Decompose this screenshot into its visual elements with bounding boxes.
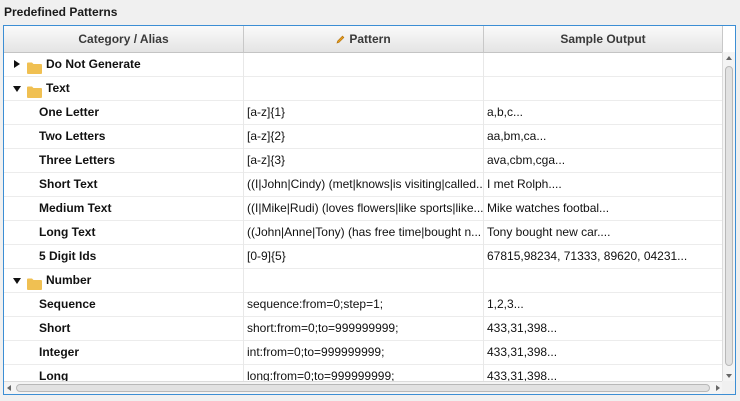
sample-output-cell: 67815,98234, 71333, 89620, 04231... — [484, 245, 723, 269]
collapse-right-arrow-icon[interactable] — [14, 60, 20, 68]
horizontal-scrollbar[interactable] — [4, 381, 723, 394]
pattern-cell[interactable]: [0-9]{5} — [244, 245, 484, 269]
sample-output-cell: aa,bm,ca... — [484, 125, 723, 149]
category-label: Two Letters — [39, 129, 106, 143]
table-row[interactable]: Sequence sequence:from=0;step=1; 1,2,3... — [4, 293, 723, 317]
vertical-scrollbar[interactable] — [722, 52, 735, 382]
category-label: Do Not Generate — [46, 57, 141, 71]
table-row[interactable]: 5 Digit Ids [0-9]{5} 67815,98234, 71333, 8… — [4, 245, 723, 269]
folder-icon — [27, 59, 42, 74]
category-label: Sequence — [39, 297, 96, 311]
table-row[interactable]: Two Letters [a-z]{2} aa,bm,ca... — [4, 125, 723, 149]
sample-output-cell: Tony bought new car.... — [484, 221, 723, 245]
sample-output-cell — [484, 269, 723, 293]
table-row[interactable]: Short short:from=0;to=999999999; 433,31,39… — [4, 317, 723, 341]
column-header-category[interactable]: Category / Alias — [4, 26, 244, 52]
tree-group-row[interactable]: Number — [4, 269, 723, 293]
expand-down-arrow-icon[interactable] — [13, 86, 21, 92]
pattern-cell[interactable]: sequence:from=0;step=1; — [244, 293, 484, 317]
category-label: Long — [39, 369, 69, 382]
pattern-cell[interactable] — [244, 77, 484, 101]
table-row[interactable]: Short Text ((I|John|Cindy) (met|knows|is … — [4, 173, 723, 197]
pattern-cell[interactable] — [244, 53, 484, 77]
category-label: Text — [46, 81, 70, 95]
category-cell[interactable]: One Letter — [4, 101, 244, 125]
column-header-sample-label: Sample Output — [560, 32, 646, 46]
category-label: Short — [39, 321, 71, 335]
pattern-cell[interactable] — [244, 269, 484, 293]
category-cell[interactable]: Do Not Generate — [4, 53, 244, 77]
category-cell[interactable]: 5 Digit Ids — [4, 245, 244, 269]
sample-output-cell: 1,2,3... — [484, 293, 723, 317]
panel-title: Predefined Patterns — [4, 5, 118, 19]
table-row[interactable]: Long long:from=0;to=999999999; 433,31,398.… — [4, 365, 723, 382]
category-cell[interactable]: Three Letters — [4, 149, 244, 173]
pattern-cell[interactable]: ((I|John|Cindy) (met|knows|is visiting|c… — [244, 173, 484, 197]
pencil-icon — [336, 27, 345, 53]
sample-output-cell: ava,cbm,cga... — [484, 149, 723, 173]
sample-output-cell: I met Rolph.... — [484, 173, 723, 197]
category-label: Three Letters — [39, 153, 116, 167]
category-label: Number — [46, 273, 92, 287]
pattern-cell[interactable]: int:from=0;to=999999999; — [244, 341, 484, 365]
table-row[interactable]: Medium Text ((I|Mike|Rudi) (loves flowers… — [4, 197, 723, 221]
sample-output-cell: Mike watches footbal... — [484, 197, 723, 221]
column-header-pattern[interactable]: Pattern — [244, 26, 484, 52]
pattern-cell[interactable]: long:from=0;to=999999999; — [244, 365, 484, 382]
category-cell[interactable]: Medium Text — [4, 197, 244, 221]
folder-icon — [27, 83, 42, 98]
table-body: Do Not Generate Text One Letter [a-z]{1} a,b… — [4, 53, 723, 382]
sample-output-cell: 433,31,398... — [484, 341, 723, 365]
category-label: Short Text — [39, 177, 98, 191]
table-row[interactable]: Long Text ((John|Anne|Tony) (has free tim… — [4, 221, 723, 245]
table-row[interactable]: Integer int:from=0;to=999999999; 433,31,39… — [4, 341, 723, 365]
pattern-cell[interactable]: short:from=0;to=999999999; — [244, 317, 484, 341]
pattern-cell[interactable]: [a-z]{1} — [244, 101, 484, 125]
sample-output-cell — [484, 77, 723, 101]
category-label: Long Text — [39, 225, 96, 239]
category-cell[interactable]: Integer — [4, 341, 244, 365]
category-label: Medium Text — [39, 201, 112, 215]
category-cell[interactable]: Sequence — [4, 293, 244, 317]
sample-output-cell — [484, 53, 723, 77]
pattern-cell[interactable]: [a-z]{3} — [244, 149, 484, 173]
expand-down-arrow-icon[interactable] — [13, 278, 21, 284]
folder-icon — [27, 275, 42, 290]
category-cell[interactable]: Two Letters — [4, 125, 244, 149]
tree-group-row[interactable]: Do Not Generate — [4, 53, 723, 77]
category-cell[interactable]: Short — [4, 317, 244, 341]
horizontal-scroll-thumb[interactable] — [16, 384, 710, 392]
scroll-down-icon[interactable] — [726, 374, 732, 378]
category-cell[interactable]: Number — [4, 269, 244, 293]
category-cell[interactable]: Text — [4, 77, 244, 101]
category-label: One Letter — [39, 105, 100, 119]
scrollbar-corner — [722, 381, 735, 394]
pattern-cell[interactable]: [a-z]{2} — [244, 125, 484, 149]
tree-group-row[interactable]: Text — [4, 77, 723, 101]
sample-output-cell: 433,31,398... — [484, 317, 723, 341]
sample-output-cell: 433,31,398... — [484, 365, 723, 382]
scroll-up-icon[interactable] — [726, 56, 732, 60]
column-header-pattern-label: Pattern — [349, 32, 391, 46]
pattern-cell[interactable]: ((John|Anne|Tony) (has free time|bought … — [244, 221, 484, 245]
column-header-category-label: Category / Alias — [78, 32, 169, 46]
category-label: Integer — [39, 345, 80, 359]
vertical-scroll-thumb[interactable] — [725, 66, 733, 366]
pattern-cell[interactable]: ((I|Mike|Rudi) (loves flowers|like sport… — [244, 197, 484, 221]
category-label: 5 Digit Ids — [39, 249, 97, 263]
scroll-left-icon[interactable] — [7, 385, 11, 391]
category-cell[interactable]: Long — [4, 365, 244, 382]
table-header: Category / Alias Pattern Sample Output — [4, 26, 723, 53]
category-cell[interactable]: Long Text — [4, 221, 244, 245]
table-row[interactable]: Three Letters [a-z]{3} ava,cbm,cga... — [4, 149, 723, 173]
table-row[interactable]: One Letter [a-z]{1} a,b,c... — [4, 101, 723, 125]
sample-output-cell: a,b,c... — [484, 101, 723, 125]
patterns-table[interactable]: Category / Alias Pattern Sample Output D… — [3, 25, 736, 395]
category-cell[interactable]: Short Text — [4, 173, 244, 197]
column-header-sample[interactable]: Sample Output — [484, 26, 723, 52]
scroll-right-icon[interactable] — [716, 385, 720, 391]
